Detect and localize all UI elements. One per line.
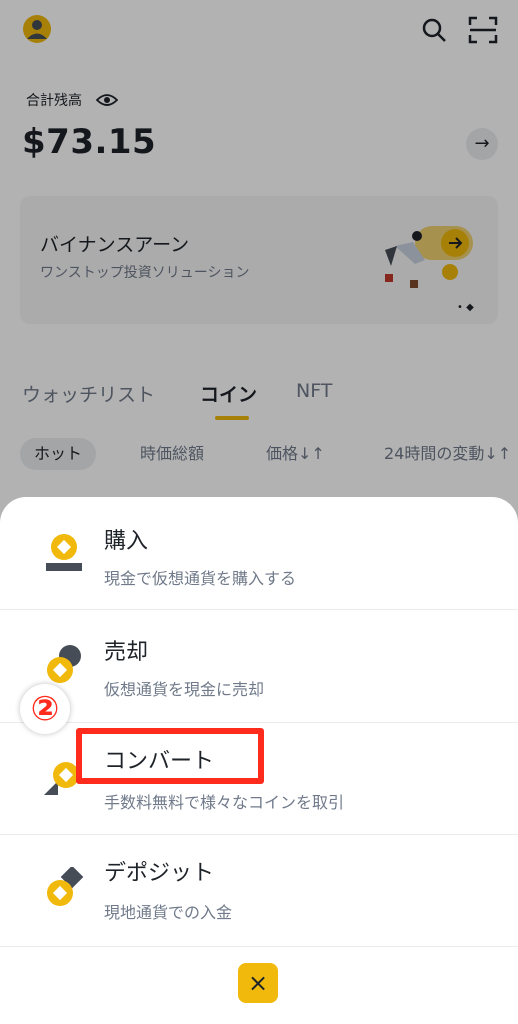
close-icon: × [247,969,269,997]
step-badge: ② [20,684,70,734]
divider [0,946,518,947]
deposit-coin-icon [47,867,84,906]
sheet-item-desc: 仮想通貨を現金に売却 [104,680,265,699]
close-button[interactable]: × [238,963,278,1003]
sheet-item-desc: 現地通貨での入金 [104,903,233,922]
sheet-item-title: 売却 [104,640,149,665]
sell-coin-icon [47,645,81,683]
highlight-box [76,728,264,784]
sheet-item-deposit[interactable]: デポジット 現地通貨での入金 [0,835,518,947]
sheet-item-title: 購入 [104,529,149,554]
sheet-item-desc: 手数料無料で様々なコインを取引 [104,793,345,812]
sheet-item-title: デポジット [104,861,215,886]
sheet-item-sell[interactable]: 売却 仮想通貨を現金に売却 [0,610,518,722]
sheet-item-desc: 現金で仮想通貨を購入する [104,569,297,588]
buy-coin-icon [46,534,82,571]
sheet-item-buy[interactable]: 購入 現金で仮想通貨を購入する [0,497,518,609]
